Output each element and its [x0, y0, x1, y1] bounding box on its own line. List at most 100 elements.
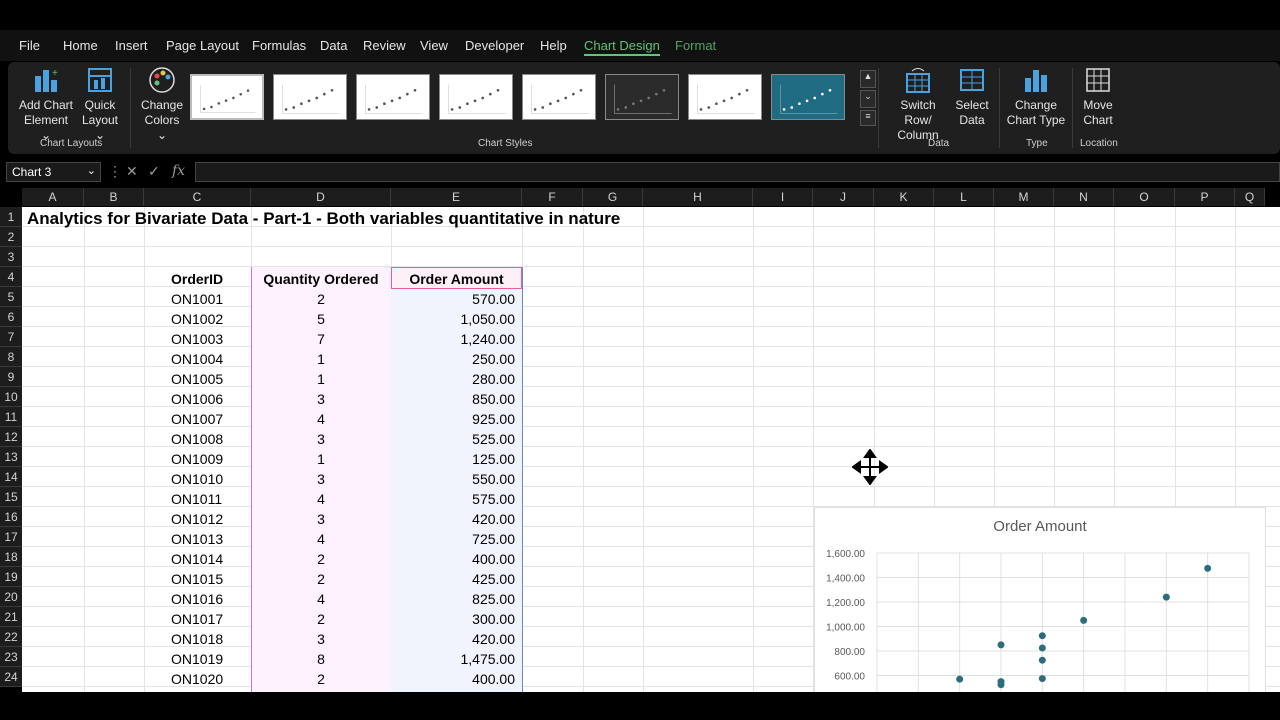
quantity-cell[interactable]: 1 [251, 349, 391, 369]
menu-chart-design[interactable]: Chart Design [584, 38, 660, 56]
row-header-12[interactable]: 12 [0, 427, 22, 447]
row-header-22[interactable]: 22 [0, 627, 22, 647]
order-id-cell[interactable]: ON1006 [171, 389, 223, 409]
row-header-6[interactable]: 6 [0, 307, 22, 327]
quantity-cell[interactable]: 2 [251, 569, 391, 589]
amount-cell[interactable]: 300.00 [391, 609, 515, 629]
order-id-cell[interactable]: ON1007 [171, 409, 223, 429]
amount-cell[interactable]: 1,240.00 [391, 329, 516, 349]
menu-formulas[interactable]: Formulas [252, 38, 306, 53]
gallery-more-button[interactable]: ≡ [860, 110, 876, 126]
amount-cell[interactable]: 425.00 [391, 569, 515, 589]
menu-developer[interactable]: Developer [465, 38, 524, 53]
quantity-cell[interactable]: 4 [251, 489, 391, 509]
row-header-24[interactable]: 24 [0, 667, 22, 687]
menu-insert[interactable]: Insert [115, 38, 148, 53]
menu-data[interactable]: Data [320, 38, 347, 53]
chart-style-4[interactable] [439, 74, 513, 120]
amount-cell[interactable]: 125.00 [391, 449, 515, 469]
menu-page-layout[interactable]: Page Layout [166, 38, 239, 53]
menu-view[interactable]: View [420, 38, 448, 53]
quantity-cell[interactable]: 2 [251, 609, 391, 629]
column-header-m[interactable]: M [994, 188, 1054, 206]
amount-cell[interactable]: 525.00 [391, 429, 515, 449]
column-header-f[interactable]: F [522, 188, 583, 206]
menu-review[interactable]: Review [363, 38, 406, 53]
order-id-cell[interactable]: ON1013 [171, 529, 223, 549]
data-point[interactable] [1038, 675, 1046, 683]
amount-cell[interactable]: 850.00 [391, 389, 515, 409]
move-chart-button[interactable]: Move Chart [1080, 66, 1116, 128]
sheet-title[interactable]: Analytics for Bivariate Data - Part-1 - … [27, 209, 620, 229]
row-header-15[interactable]: 15 [0, 487, 22, 507]
header-order-amount[interactable]: Order Amount [391, 269, 522, 289]
row-header-23[interactable]: 23 [0, 647, 22, 667]
amount-cell[interactable]: 400.00 [391, 669, 515, 689]
data-point[interactable] [1038, 632, 1046, 640]
column-header-i[interactable]: I [753, 188, 813, 206]
menu-file[interactable]: File [19, 38, 40, 53]
order-id-cell[interactable]: ON1017 [171, 609, 223, 629]
row-header-10[interactable]: 10 [0, 387, 22, 407]
row-header-2[interactable]: 2 [0, 227, 22, 247]
chart-style-5[interactable] [522, 74, 596, 120]
order-id-cell[interactable]: ON1001 [171, 289, 223, 309]
column-header-q[interactable]: Q [1235, 188, 1265, 206]
quantity-cell[interactable]: 2 [251, 289, 391, 309]
name-box[interactable]: Chart 3 ⌄ [6, 162, 101, 182]
amount-cell[interactable]: 825.00 [391, 589, 515, 609]
gallery-scroll-up[interactable]: ▲ [860, 70, 876, 88]
amount-cell[interactable]: 420.00 [391, 509, 515, 529]
column-header-k[interactable]: K [874, 188, 934, 206]
amount-cell[interactable]: 575.00 [391, 489, 515, 509]
data-point[interactable] [997, 641, 1005, 649]
column-header-g[interactable]: G [583, 188, 643, 206]
order-id-cell[interactable]: ON1015 [171, 569, 223, 589]
quantity-cell[interactable]: 2 [251, 549, 391, 569]
menu-home[interactable]: Home [63, 38, 98, 53]
order-id-cell[interactable]: ON1010 [171, 469, 223, 489]
quantity-cell[interactable]: 4 [251, 529, 391, 549]
formula-input[interactable] [195, 162, 1280, 182]
quantity-cell[interactable]: 5 [251, 309, 391, 329]
amount-cell[interactable]: 1,475.00 [391, 649, 516, 669]
amount-cell[interactable]: 725.00 [391, 529, 515, 549]
quantity-cell[interactable]: 3 [251, 509, 391, 529]
chart-style-1[interactable] [190, 74, 264, 120]
chart-style-6[interactable] [605, 74, 679, 120]
select-data-button[interactable]: Select Data [954, 66, 990, 128]
row-header-4[interactable]: 4 [0, 267, 22, 287]
row-header-3[interactable]: 3 [0, 247, 22, 267]
order-id-cell[interactable]: ON1004 [171, 349, 223, 369]
cancel-icon[interactable]: ✕ [126, 163, 138, 180]
order-id-cell[interactable]: ON1011 [171, 489, 222, 509]
data-point[interactable] [1162, 593, 1170, 601]
data-point[interactable] [1038, 644, 1046, 652]
order-id-cell[interactable]: ON1020 [171, 669, 223, 689]
quantity-cell[interactable]: 7 [251, 329, 391, 349]
quantity-cell[interactable]: 8 [251, 649, 391, 669]
row-header-20[interactable]: 20 [0, 587, 22, 607]
change-chart-type-button[interactable]: Change Chart Type [1006, 66, 1066, 128]
quantity-cell[interactable]: 2 [251, 669, 391, 689]
row-header-16[interactable]: 16 [0, 507, 22, 527]
enter-icon[interactable]: ✓ [148, 163, 160, 180]
amount-cell[interactable]: 570.00 [391, 289, 515, 309]
data-point[interactable] [1080, 616, 1088, 624]
amount-cell[interactable]: 250.00 [391, 349, 515, 369]
row-header-14[interactable]: 14 [0, 467, 22, 487]
order-id-cell[interactable]: ON1005 [171, 369, 223, 389]
order-id-cell[interactable]: ON1019 [171, 649, 223, 669]
row-header-18[interactable]: 18 [0, 547, 22, 567]
row-header-19[interactable]: 19 [0, 567, 22, 587]
order-id-cell[interactable]: ON1008 [171, 429, 223, 449]
column-header-p[interactable]: P [1175, 188, 1235, 206]
column-header-j[interactable]: J [813, 188, 874, 206]
quantity-cell[interactable]: 4 [251, 409, 391, 429]
data-point[interactable] [956, 675, 964, 683]
quantity-cell[interactable]: 4 [251, 589, 391, 609]
insert-function-icon[interactable]: fx [172, 163, 185, 179]
menu-help[interactable]: Help [540, 38, 567, 53]
row-header-17[interactable]: 17 [0, 527, 22, 547]
header-order-id[interactable]: OrderID [171, 269, 223, 289]
